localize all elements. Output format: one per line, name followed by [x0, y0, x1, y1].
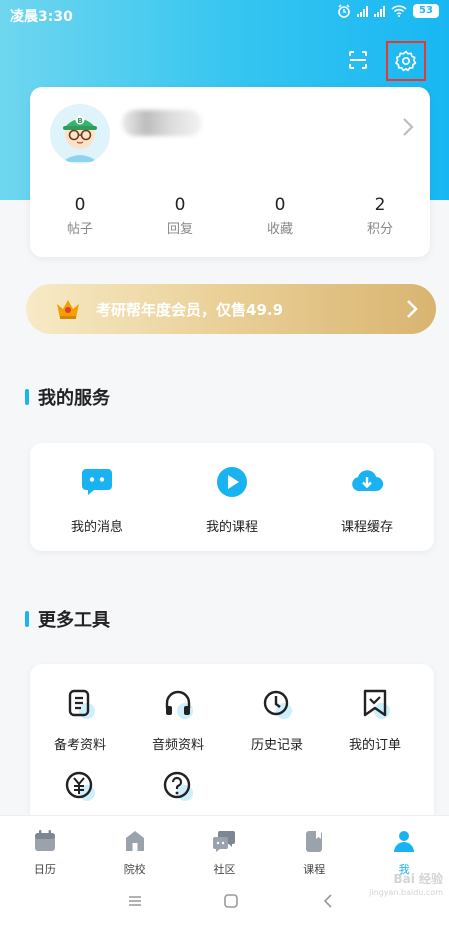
tab-label: 社区: [213, 863, 236, 876]
tool-study-materials[interactable]: 备考资料: [35, 686, 125, 753]
section-bar: [25, 389, 29, 405]
svg-text:B: B: [77, 117, 82, 125]
home-icon[interactable]: [223, 893, 239, 909]
tool-label: 备考资料: [53, 738, 106, 753]
profile-stats: 0 帖子 0 回复 0 收藏 2 积分: [30, 195, 430, 237]
section-bar: [25, 611, 29, 627]
tool-label: 历史记录: [250, 738, 303, 753]
stat-points[interactable]: 2 积分: [330, 195, 430, 237]
services-section-title: 我的服务: [25, 384, 110, 410]
tab-community[interactable]: 社区: [180, 816, 270, 877]
scan-icon[interactable]: [343, 45, 373, 75]
yuan-icon: [65, 771, 95, 801]
message-icon: [82, 469, 112, 495]
stat-label: 收藏: [266, 222, 293, 237]
tools-card: 备考资料 音频资料 历史记录 我的订单: [30, 664, 434, 824]
service-label: 我的消息: [70, 520, 123, 535]
community-icon: [213, 831, 236, 852]
calendar-icon: [34, 830, 55, 851]
tool-orders[interactable]: 我的订单: [330, 686, 420, 753]
stat-value: 0: [74, 195, 86, 215]
tool-payment[interactable]: [35, 768, 125, 816]
help-icon: [163, 771, 193, 801]
tool-label: 音频资料: [151, 738, 204, 753]
stat-value: 2: [374, 195, 386, 215]
watermark-title: Bai 经验: [393, 872, 443, 886]
tab-me[interactable]: 我: [359, 816, 449, 877]
status-time: 凌晨3:30: [10, 9, 73, 25]
tool-audio[interactable]: 音频资料: [133, 686, 223, 753]
back-icon[interactable]: [322, 893, 334, 909]
stat-favorites[interactable]: 0 收藏: [230, 195, 330, 237]
status-bar: 凌晨3:30 53: [0, 0, 449, 30]
person-icon: [394, 831, 415, 852]
cloud-download-icon: [352, 470, 384, 492]
vip-banner[interactable]: 考研帮年度会员，仅售49.9: [26, 284, 436, 334]
tool-history[interactable]: 历史记录: [232, 686, 322, 753]
status-icons: 53: [337, 4, 439, 18]
clock-icon: [263, 690, 292, 719]
tab-label: 院校: [123, 863, 146, 876]
profile-card[interactable]: B 0 帖子 0 回复 0 收藏 2 积分: [30, 87, 430, 257]
tools-section-title: 更多工具: [25, 606, 110, 632]
section-title-text: 更多工具: [38, 610, 110, 631]
stat-posts[interactable]: 0 帖子: [30, 195, 130, 237]
service-cache[interactable]: 课程缓存: [312, 465, 422, 535]
tool-label: 我的订单: [348, 738, 401, 753]
section-title-text: 我的服务: [38, 388, 110, 409]
tab-label: 日历: [33, 863, 56, 876]
tab-courses[interactable]: 课程: [269, 816, 359, 877]
stat-value: 0: [274, 195, 286, 215]
crown-icon: [57, 300, 79, 319]
username-blurred: [122, 110, 202, 136]
avatar[interactable]: B: [50, 104, 110, 164]
watermark-url: jingyan.baidu.com: [369, 888, 443, 897]
stat-replies[interactable]: 0 回复: [130, 195, 230, 237]
signal-icon: [357, 5, 368, 17]
menu-icon[interactable]: [127, 893, 143, 909]
stat-label: 回复: [166, 222, 193, 237]
wifi-icon: [391, 5, 407, 17]
service-courses[interactable]: 我的课程: [177, 465, 287, 535]
battery-icon: 53: [413, 4, 439, 18]
chevron-right-icon: [407, 300, 418, 318]
stat-label: 积分: [366, 222, 393, 237]
service-messages[interactable]: 我的消息: [42, 465, 152, 535]
school-icon: [125, 831, 144, 851]
tab-calendar[interactable]: 日历: [0, 816, 90, 877]
service-label: 我的课程: [205, 520, 258, 535]
bottom-tab-bar: 日历 院校 社区 课程 我: [0, 815, 449, 877]
vip-banner-text: 考研帮年度会员，仅售49.9: [96, 301, 284, 319]
chevron-right-icon[interactable]: [402, 117, 414, 137]
book-icon: [306, 831, 323, 852]
tab-label: 课程: [303, 863, 326, 876]
service-label: 课程缓存: [340, 520, 393, 535]
tool-help[interactable]: [133, 768, 223, 816]
gear-icon[interactable]: [386, 41, 426, 81]
tab-school[interactable]: 院校: [90, 816, 180, 877]
watermark: Bai 经验 jingyan.baidu.com: [369, 872, 443, 900]
course-play-icon: [217, 467, 247, 497]
order-bookmark-icon: [363, 689, 390, 719]
alarm-icon: [338, 4, 350, 18]
services-card: 我的消息 我的课程 课程缓存: [30, 443, 434, 551]
stat-value: 0: [174, 195, 186, 215]
document-icon: [68, 689, 95, 719]
signal-icon-2: [374, 5, 385, 17]
headphones-icon: [165, 690, 193, 719]
stat-label: 帖子: [66, 222, 93, 237]
